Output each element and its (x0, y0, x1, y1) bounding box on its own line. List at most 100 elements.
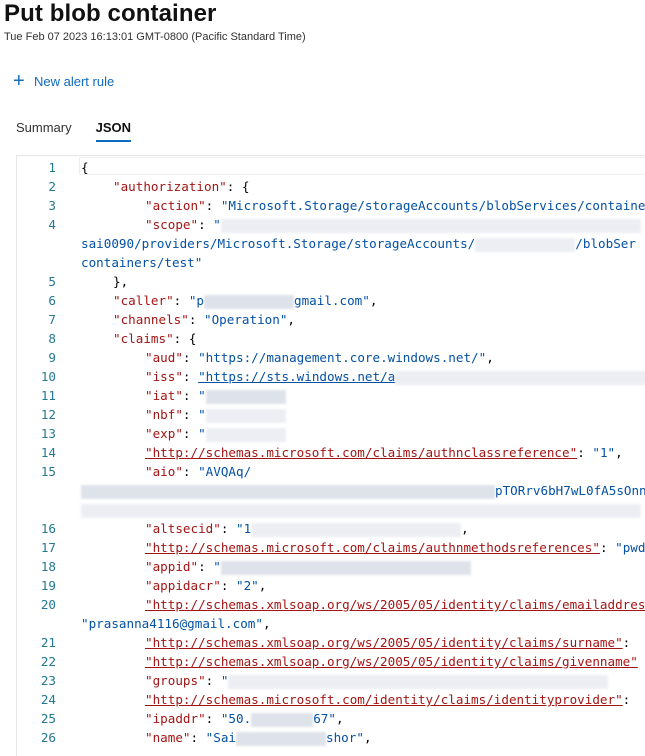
json-value: "Sai (205, 730, 237, 745)
json-key: "action" (145, 198, 206, 213)
redacted-region (236, 731, 327, 746)
json-key: "iat" (145, 388, 183, 403)
line-number: 21 (40, 635, 56, 650)
json-link-value[interactable]: "https://sts.windows.net/a (198, 369, 395, 384)
json-link-key[interactable]: "http://schemas.microsoft.com/claims/aut… (145, 540, 600, 555)
code-line: 24 "http://schemas.microsoft.com/identit… (17, 690, 630, 709)
line-number: 13 (40, 426, 56, 441)
json-value: pTORrv6bH7wL0fA5sOnn (495, 483, 645, 498)
json-value: sai0090/providers/Microsoft.Storage/stor… (81, 236, 476, 251)
code-line-wrap: sai0090/providers/Microsoft.Storage/stor… (17, 234, 636, 253)
punctuation: : { (173, 331, 197, 346)
tab-summary[interactable]: Summary (16, 120, 72, 142)
json-key: "altsecid" (145, 521, 221, 536)
line-number: 2 (48, 179, 56, 194)
event-timestamp: Tue Feb 07 2023 16:13:01 GMT-0800 (Pacif… (4, 31, 306, 43)
line-number: 12 (40, 407, 56, 422)
code-line: 22 "http://schemas.xmlsoap.org/ws/2005/0… (17, 652, 638, 671)
code-line: 4 "scope": " (17, 215, 641, 234)
json-value: /blobSer (575, 236, 636, 251)
line-number: 1 (48, 160, 56, 175)
json-key: "channels" (113, 312, 189, 327)
code-line: 8 "claims": { (17, 329, 196, 348)
json-key: "aud" (145, 350, 183, 365)
json-value: "50. (220, 711, 252, 726)
code-line: 1 { (17, 158, 88, 177)
redacted-region (251, 522, 462, 537)
json-value: " (220, 673, 229, 688)
json-editor[interactable]: 1 { 2 "authorization" : { 3 "action": "Mi… (16, 155, 645, 756)
plus-icon: + (13, 70, 25, 92)
json-value: " (198, 407, 206, 422)
code-line: 5 }, (17, 272, 128, 291)
redacted-region (205, 427, 286, 442)
redacted-region (475, 237, 576, 252)
json-value: "prasanna4116@gmail.com" (81, 616, 263, 631)
redacted-region (81, 503, 641, 518)
redacted-region (204, 294, 295, 309)
json-key: "exp" (145, 426, 183, 441)
json-key: "authorization" (113, 179, 227, 194)
line-number: 26 (40, 730, 56, 745)
code-line: 6 "caller": "p gmail.com", (17, 291, 377, 310)
json-key: "caller" (113, 293, 174, 308)
code-line: 3 "action": "Microsoft.Storage/storageAc… (17, 196, 645, 215)
json-key: "nbf" (145, 407, 183, 422)
json-value: " (198, 426, 206, 441)
code-line: 13 "exp": " (17, 424, 286, 443)
code-line-wrap: pTORrv6bH7wL0fA5sOnn (17, 481, 645, 500)
line-number: 11 (40, 388, 56, 403)
line-number: 8 (48, 331, 56, 346)
json-link-key[interactable]: "http://schemas.microsoft.com/identity/c… (145, 692, 623, 707)
json-key: "aio" (145, 464, 183, 479)
code-line: 17 "http://schemas.microsoft.com/claims/… (17, 538, 645, 557)
json-value: " (198, 388, 206, 403)
json-key: "name" (145, 730, 191, 745)
json-value: shor" (326, 730, 364, 745)
json-value: "pwd (615, 540, 645, 555)
json-key: "iss" (145, 369, 183, 384)
line-number: 6 (48, 293, 56, 308)
page-title: Put blob container (4, 0, 217, 27)
new-alert-rule-button[interactable]: + New alert rule (13, 70, 114, 92)
line-number: 25 (40, 711, 56, 726)
line-number: 22 (40, 654, 56, 669)
json-value: "1 (236, 521, 252, 536)
redacted-region (220, 218, 641, 233)
line-number: 5 (48, 274, 56, 289)
line-number: 16 (40, 521, 56, 536)
json-value: "Microsoft.Storage/storageAccounts/blobS… (220, 198, 645, 213)
tab-json[interactable]: JSON (95, 120, 132, 142)
line-number: 15 (40, 464, 56, 479)
json-value: "https://management.core.windows.net/" (198, 350, 487, 365)
code-line: 14 "http://schemas.microsoft.com/claims/… (17, 443, 623, 462)
json-value: containers/test" (81, 255, 203, 270)
redacted-region (395, 370, 645, 385)
line-number: 24 (40, 692, 56, 707)
code-line-wrap: "prasanna4116@gmail.com", (81, 616, 271, 631)
json-key: "claims" (113, 331, 174, 346)
code-line: 25 "ipaddr": "50. 67", (17, 709, 344, 728)
redacted-region (228, 674, 609, 689)
code-line-wrap (17, 500, 641, 519)
line-number: 20 (40, 597, 56, 612)
line-number: 23 (40, 673, 56, 688)
json-link-key[interactable]: "http://schemas.xmlsoap.org/ws/2005/05/i… (145, 635, 623, 650)
json-key: "scope" (145, 217, 199, 232)
code-line: 19 "appidacr": "2", (17, 576, 267, 595)
json-link-key[interactable]: "http://schemas.xmlsoap.org/ws/2005/05/i… (145, 597, 645, 612)
redacted-region (251, 712, 314, 727)
line-number: 19 (40, 578, 56, 593)
json-key: "appid" (145, 559, 199, 574)
code-line: 7 "channels": "Operation", (17, 310, 295, 329)
json-key: "ipaddr" (145, 711, 206, 726)
code-line: 10 "iss": "https://sts.windows.net/a (17, 367, 645, 386)
code-line: 18 "appid": " (17, 557, 471, 576)
current-line-highlight (79, 157, 645, 175)
line-number: 4 (48, 217, 56, 232)
line-number: 3 (48, 198, 56, 213)
json-link-key[interactable]: "http://schemas.xmlsoap.org/ws/2005/05/i… (145, 654, 638, 669)
line-number: 17 (40, 540, 56, 555)
punctuation: }, (113, 274, 129, 289)
json-link-key[interactable]: "http://schemas.microsoft.com/claims/aut… (145, 445, 577, 460)
